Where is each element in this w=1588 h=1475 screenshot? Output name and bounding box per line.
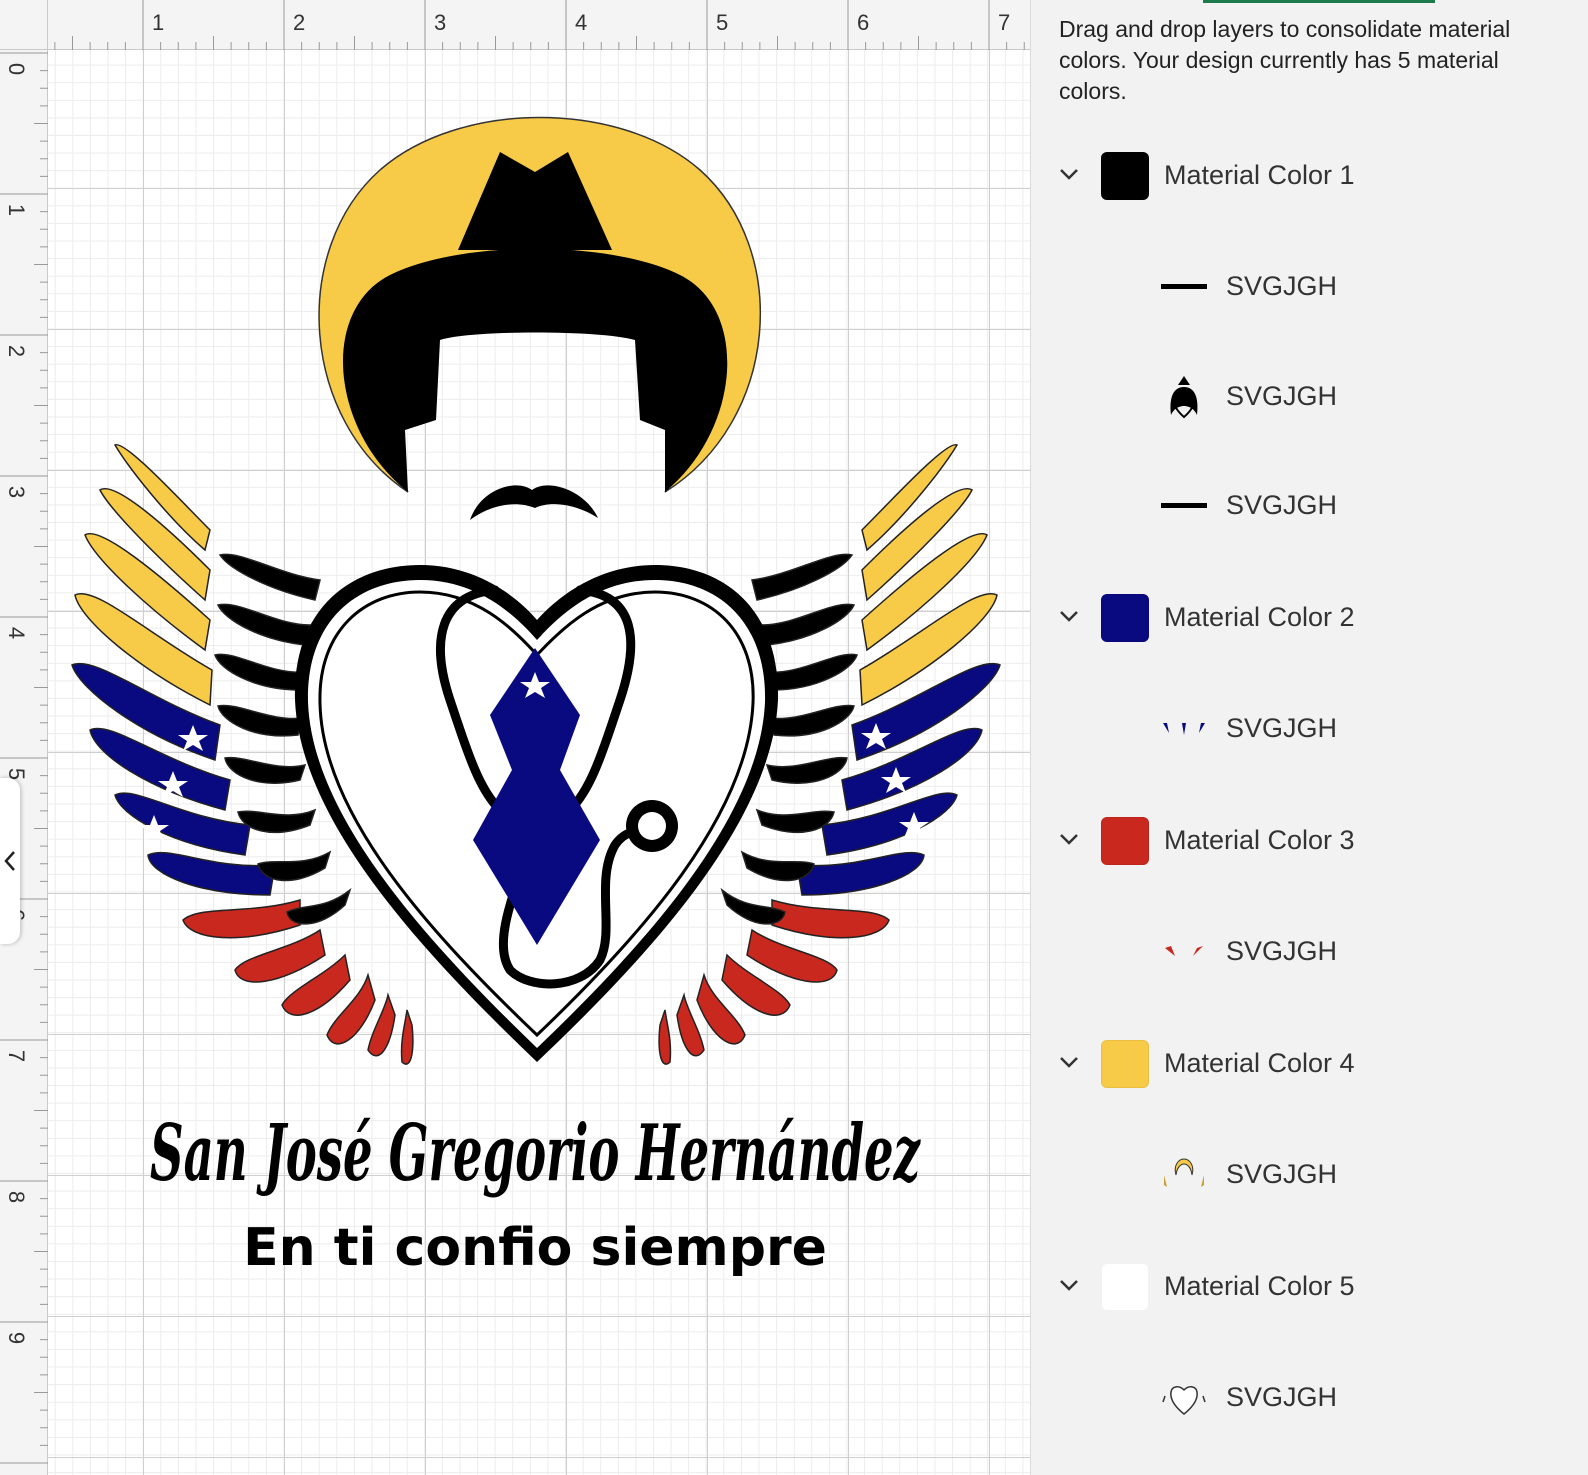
layer-label: SVGJGH [1226, 381, 1338, 411]
layer-label: SVGJGH [1226, 490, 1338, 520]
yellow-halo-icon [1164, 1158, 1204, 1187]
portrait-icon [1170, 376, 1198, 419]
ruler-left-number: 7 [4, 1049, 30, 1063]
layer-item[interactable]: SVGJGH [1031, 693, 1588, 763]
material-color-group[interactable]: Material Color 2 [1031, 584, 1588, 654]
ruler-left-number: 4 [4, 626, 30, 640]
chevron-down-icon[interactable] [1057, 604, 1081, 628]
red-wings-icon [1165, 946, 1203, 956]
material-color-label: Material Color 5 [1164, 1271, 1355, 1301]
layer-item[interactable]: SVGJGH [1031, 470, 1588, 540]
layer-item[interactable]: SVGJGH [1031, 916, 1588, 986]
ruler-top-number: 1 [152, 10, 165, 35]
material-color-group[interactable]: Material Color 1 [1031, 142, 1588, 212]
chevron-down-icon[interactable] [1057, 827, 1081, 851]
blue-wings-icon [1163, 723, 1205, 735]
color-swatch[interactable] [1101, 1040, 1149, 1088]
ruler-top-number: 7 [998, 10, 1011, 35]
material-color-label: Material Color 4 [1164, 1048, 1355, 1078]
ruler-left-number: 3 [4, 485, 30, 499]
layer-item[interactable]: SVGJGH [1031, 251, 1588, 321]
chevron-left-icon [4, 851, 15, 871]
layer-label: SVGJGH [1226, 1159, 1338, 1189]
white-heart-icon [1162, 1386, 1206, 1415]
panel-instructions: Drag and drop layers to consolidate mate… [1059, 16, 1511, 104]
layer-item[interactable]: SVGJGH [1031, 1139, 1588, 1209]
ruler-top-number: 3 [434, 10, 447, 35]
ruler-top-number: 5 [716, 10, 729, 35]
material-color-group[interactable]: Material Color 3 [1031, 807, 1588, 877]
ruler-left-number: 2 [4, 344, 30, 358]
material-color-group[interactable]: Material Color 5 [1031, 1253, 1588, 1323]
material-color-label: Material Color 1 [1164, 160, 1355, 190]
ruler-left-number: 1 [4, 203, 30, 217]
material-colors-panel: Drag and drop layers to consolidate mate… [1030, 0, 1588, 1475]
design-canvas[interactable]: San José Gregorio Hernández En ti confio… [0, 0, 1030, 1475]
ruler-top-number: 4 [575, 10, 588, 35]
color-swatch[interactable] [1101, 152, 1149, 200]
layer-label: SVGJGH [1226, 936, 1338, 966]
color-swatch[interactable] [1101, 817, 1149, 865]
material-color-label: Material Color 2 [1164, 602, 1355, 632]
layer-item[interactable]: SVGJGH [1031, 361, 1588, 431]
material-color-label: Material Color 3 [1164, 825, 1355, 855]
text-strip-icon [1161, 284, 1207, 289]
chevron-down-icon[interactable] [1057, 1273, 1081, 1297]
ruler-ticks [0, 0, 1025, 1464]
chevron-down-icon[interactable] [1057, 1050, 1081, 1074]
chevron-down-icon[interactable] [1057, 162, 1081, 186]
layer-label: SVGJGH [1226, 713, 1338, 743]
layer-label: SVGJGH [1226, 271, 1338, 301]
material-color-group[interactable]: Material Color 4 [1031, 1030, 1588, 1100]
panel-accent-bar [1203, 0, 1435, 3]
ruler-left-number: 9 [4, 1331, 30, 1345]
text-strip-icon [1161, 503, 1207, 508]
ruler-top-number: 6 [857, 10, 870, 35]
layer-item[interactable]: SVGJGH [1031, 1362, 1588, 1432]
ruler-left-number: 8 [4, 1190, 30, 1204]
color-swatch[interactable] [1101, 1263, 1149, 1311]
ruler-top-number: 2 [293, 10, 306, 35]
layer-label: SVGJGH [1226, 1382, 1338, 1412]
collapse-panel-button[interactable] [0, 778, 20, 944]
color-swatch[interactable] [1101, 594, 1149, 642]
ruler-left-number: 0 [4, 62, 30, 76]
